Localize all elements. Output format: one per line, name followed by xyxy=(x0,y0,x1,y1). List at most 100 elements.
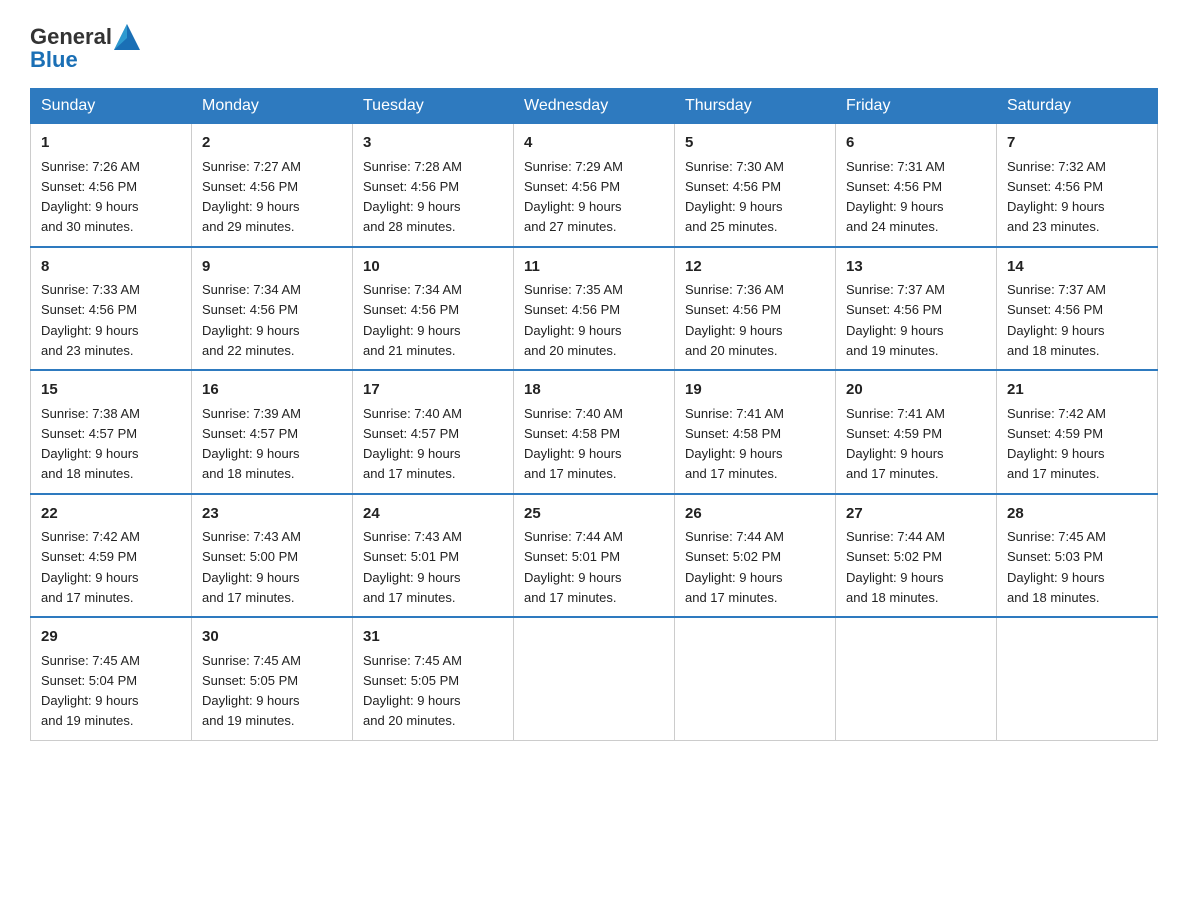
day-cell: 24 Sunrise: 7:43 AMSunset: 5:01 PMDayligh… xyxy=(353,494,514,618)
day-cell: 8Sunrise: 7:33 AMSunset: 4:56 PMDaylight… xyxy=(31,247,192,371)
day-cell: 18 Sunrise: 7:40 AMSunset: 4:58 PMDayligh… xyxy=(514,370,675,494)
day-info: Sunrise: 7:45 AMSunset: 5:05 PMDaylight:… xyxy=(363,653,462,729)
day-number: 5 xyxy=(685,132,825,155)
day-cell xyxy=(514,617,675,740)
day-cell: 23Sunrise: 7:43 AMSunset: 5:00 PMDayligh… xyxy=(192,494,353,618)
day-cell: 11 Sunrise: 7:35 AMSunset: 4:56 PMDayligh… xyxy=(514,247,675,371)
day-info: Sunrise: 7:45 AMSunset: 5:04 PMDaylight:… xyxy=(41,653,140,729)
day-info: Sunrise: 7:29 AMSunset: 4:56 PMDaylight:… xyxy=(524,159,623,235)
day-cell: 2Sunrise: 7:27 AMSunset: 4:56 PMDaylight… xyxy=(192,124,353,247)
day-number: 13 xyxy=(846,256,986,279)
day-cell: 4Sunrise: 7:29 AMSunset: 4:56 PMDaylight… xyxy=(514,124,675,247)
calendar-body: 1 Sunrise: 7:26 AMSunset: 4:56 PMDaylight… xyxy=(31,124,1158,741)
day-number: 6 xyxy=(846,132,986,155)
day-number: 9 xyxy=(202,256,342,279)
header-cell-sunday: Sunday xyxy=(31,89,192,124)
day-number: 25 xyxy=(524,503,664,526)
day-info: Sunrise: 7:28 AMSunset: 4:56 PMDaylight:… xyxy=(363,159,462,235)
day-cell: 19Sunrise: 7:41 AMSunset: 4:58 PMDayligh… xyxy=(675,370,836,494)
logo-blue: Blue xyxy=(30,48,140,72)
day-number: 10 xyxy=(363,256,503,279)
day-number: 28 xyxy=(1007,503,1147,526)
week-row-5: 29 Sunrise: 7:45 AMSunset: 5:04 PMDayligh… xyxy=(31,617,1158,740)
day-info: Sunrise: 7:41 AMSunset: 4:59 PMDaylight:… xyxy=(846,406,945,482)
day-cell: 20Sunrise: 7:41 AMSunset: 4:59 PMDayligh… xyxy=(836,370,997,494)
day-number: 30 xyxy=(202,626,342,649)
day-info: Sunrise: 7:31 AMSunset: 4:56 PMDaylight:… xyxy=(846,159,945,235)
day-cell: 28 Sunrise: 7:45 AMSunset: 5:03 PMDayligh… xyxy=(997,494,1158,618)
day-cell: 21 Sunrise: 7:42 AMSunset: 4:59 PMDayligh… xyxy=(997,370,1158,494)
day-number: 2 xyxy=(202,132,342,155)
day-info: Sunrise: 7:34 AMSunset: 4:56 PMDaylight:… xyxy=(363,282,462,358)
day-cell xyxy=(836,617,997,740)
day-number: 18 xyxy=(524,379,664,402)
day-info: Sunrise: 7:44 AMSunset: 5:02 PMDaylight:… xyxy=(846,529,945,605)
day-info: Sunrise: 7:37 AMSunset: 4:56 PMDaylight:… xyxy=(1007,282,1106,358)
day-number: 26 xyxy=(685,503,825,526)
day-info: Sunrise: 7:37 AMSunset: 4:56 PMDaylight:… xyxy=(846,282,945,358)
day-cell: 10 Sunrise: 7:34 AMSunset: 4:56 PMDayligh… xyxy=(353,247,514,371)
day-cell: 26 Sunrise: 7:44 AMSunset: 5:02 PMDayligh… xyxy=(675,494,836,618)
day-cell: 6 Sunrise: 7:31 AMSunset: 4:56 PMDaylight… xyxy=(836,124,997,247)
day-number: 14 xyxy=(1007,256,1147,279)
day-cell: 27Sunrise: 7:44 AMSunset: 5:02 PMDayligh… xyxy=(836,494,997,618)
day-cell xyxy=(675,617,836,740)
day-info: Sunrise: 7:32 AMSunset: 4:56 PMDaylight:… xyxy=(1007,159,1106,235)
day-number: 1 xyxy=(41,132,181,155)
week-row-2: 8Sunrise: 7:33 AMSunset: 4:56 PMDaylight… xyxy=(31,247,1158,371)
top-section: General Blue xyxy=(30,24,1158,72)
logo: General Blue xyxy=(30,24,140,72)
day-info: Sunrise: 7:45 AMSunset: 5:05 PMDaylight:… xyxy=(202,653,301,729)
day-cell: 9 Sunrise: 7:34 AMSunset: 4:56 PMDaylight… xyxy=(192,247,353,371)
day-info: Sunrise: 7:35 AMSunset: 4:56 PMDaylight:… xyxy=(524,282,623,358)
day-info: Sunrise: 7:26 AMSunset: 4:56 PMDaylight:… xyxy=(41,159,140,235)
day-cell: 12Sunrise: 7:36 AMSunset: 4:56 PMDayligh… xyxy=(675,247,836,371)
calendar-table: SundayMondayTuesdayWednesdayThursdayFrid… xyxy=(30,88,1158,741)
day-cell: 14 Sunrise: 7:37 AMSunset: 4:56 PMDayligh… xyxy=(997,247,1158,371)
day-info: Sunrise: 7:42 AMSunset: 4:59 PMDaylight:… xyxy=(1007,406,1106,482)
day-cell: 25 Sunrise: 7:44 AMSunset: 5:01 PMDayligh… xyxy=(514,494,675,618)
header-cell-thursday: Thursday xyxy=(675,89,836,124)
day-cell: 15 Sunrise: 7:38 AMSunset: 4:57 PMDayligh… xyxy=(31,370,192,494)
day-cell xyxy=(997,617,1158,740)
day-number: 29 xyxy=(41,626,181,649)
day-info: Sunrise: 7:45 AMSunset: 5:03 PMDaylight:… xyxy=(1007,529,1106,605)
day-info: Sunrise: 7:40 AMSunset: 4:57 PMDaylight:… xyxy=(363,406,462,482)
day-cell: 29 Sunrise: 7:45 AMSunset: 5:04 PMDayligh… xyxy=(31,617,192,740)
calendar-header: SundayMondayTuesdayWednesdayThursdayFrid… xyxy=(31,89,1158,124)
day-number: 15 xyxy=(41,379,181,402)
day-info: Sunrise: 7:36 AMSunset: 4:56 PMDaylight:… xyxy=(685,282,784,358)
day-number: 11 xyxy=(524,256,664,279)
week-row-3: 15 Sunrise: 7:38 AMSunset: 4:57 PMDayligh… xyxy=(31,370,1158,494)
logo-icon xyxy=(114,24,140,50)
day-info: Sunrise: 7:30 AMSunset: 4:56 PMDaylight:… xyxy=(685,159,784,235)
day-number: 3 xyxy=(363,132,503,155)
week-row-1: 1 Sunrise: 7:26 AMSunset: 4:56 PMDaylight… xyxy=(31,124,1158,247)
day-cell: 22Sunrise: 7:42 AMSunset: 4:59 PMDayligh… xyxy=(31,494,192,618)
day-number: 7 xyxy=(1007,132,1147,155)
day-cell: 1 Sunrise: 7:26 AMSunset: 4:56 PMDaylight… xyxy=(31,124,192,247)
day-number: 16 xyxy=(202,379,342,402)
day-info: Sunrise: 7:44 AMSunset: 5:01 PMDaylight:… xyxy=(524,529,623,605)
day-info: Sunrise: 7:43 AMSunset: 5:01 PMDaylight:… xyxy=(363,529,462,605)
day-number: 24 xyxy=(363,503,503,526)
header-cell-wednesday: Wednesday xyxy=(514,89,675,124)
day-info: Sunrise: 7:44 AMSunset: 5:02 PMDaylight:… xyxy=(685,529,784,605)
day-cell: 31Sunrise: 7:45 AMSunset: 5:05 PMDayligh… xyxy=(353,617,514,740)
day-info: Sunrise: 7:33 AMSunset: 4:56 PMDaylight:… xyxy=(41,282,140,358)
day-cell: 5 Sunrise: 7:30 AMSunset: 4:56 PMDaylight… xyxy=(675,124,836,247)
day-info: Sunrise: 7:40 AMSunset: 4:58 PMDaylight:… xyxy=(524,406,623,482)
header-row: SundayMondayTuesdayWednesdayThursdayFrid… xyxy=(31,89,1158,124)
day-cell: 17 Sunrise: 7:40 AMSunset: 4:57 PMDayligh… xyxy=(353,370,514,494)
day-cell: 16 Sunrise: 7:39 AMSunset: 4:57 PMDayligh… xyxy=(192,370,353,494)
day-info: Sunrise: 7:39 AMSunset: 4:57 PMDaylight:… xyxy=(202,406,301,482)
day-info: Sunrise: 7:43 AMSunset: 5:00 PMDaylight:… xyxy=(202,529,301,605)
day-number: 17 xyxy=(363,379,503,402)
day-cell: 13 Sunrise: 7:37 AMSunset: 4:56 PMDayligh… xyxy=(836,247,997,371)
day-number: 21 xyxy=(1007,379,1147,402)
day-info: Sunrise: 7:34 AMSunset: 4:56 PMDaylight:… xyxy=(202,282,301,358)
header-cell-saturday: Saturday xyxy=(997,89,1158,124)
day-info: Sunrise: 7:38 AMSunset: 4:57 PMDaylight:… xyxy=(41,406,140,482)
header-cell-tuesday: Tuesday xyxy=(353,89,514,124)
day-info: Sunrise: 7:41 AMSunset: 4:58 PMDaylight:… xyxy=(685,406,784,482)
